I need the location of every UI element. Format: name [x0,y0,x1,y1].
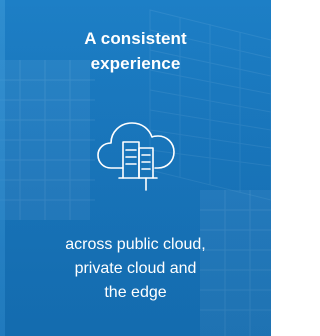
heading-line-1: A consistent [84,29,187,48]
caption-line-3: the edge [104,284,167,301]
card-heading: A consistent experience [0,26,271,76]
caption-line-1: across public cloud, [65,236,206,253]
card-caption: across public cloud, private cloud and t… [0,233,271,305]
caption-line-2: private cloud and [74,260,197,277]
cloud-buildings-icon [95,110,179,192]
heading-line-2: experience [90,54,181,73]
promo-card: A consistent experience across public cl… [0,0,271,336]
